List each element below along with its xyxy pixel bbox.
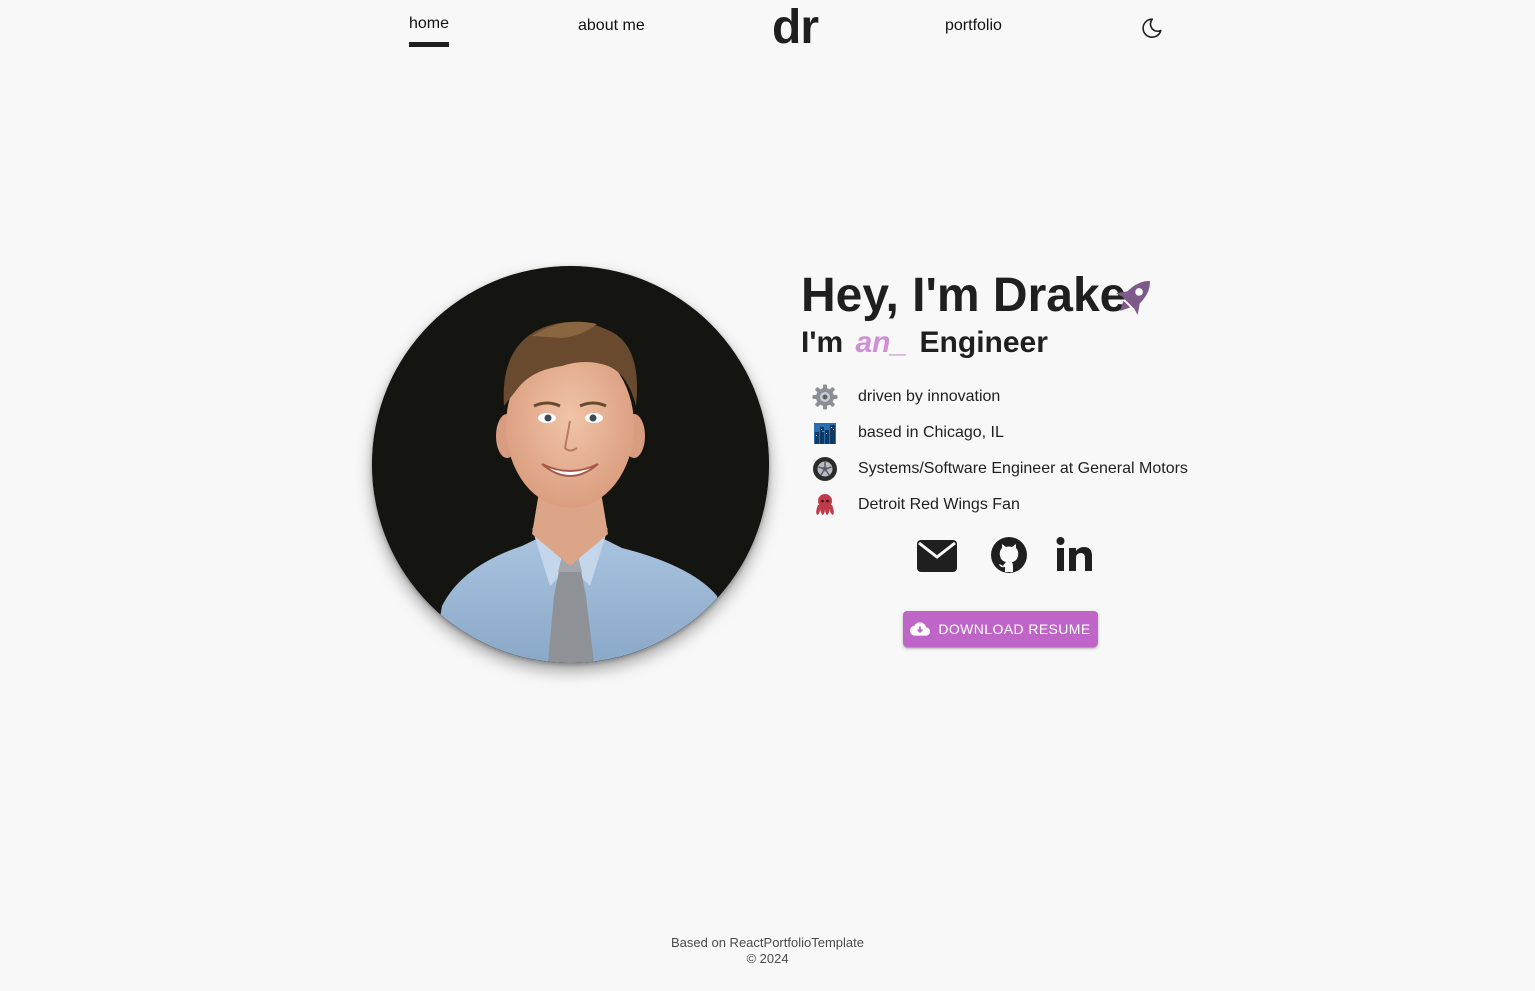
footer-credit: Based on ReactPortfolioTemplate (671, 935, 864, 950)
rocket-icon (1116, 281, 1150, 315)
download-resume-button[interactable]: DOWNLOAD RESUME (903, 611, 1098, 647)
list-item: driven by innovation (812, 379, 1232, 415)
gear-icon (812, 384, 838, 410)
fact-text: Systems/Software Engineer at General Mot… (858, 460, 1188, 477)
fact-text: driven by innovation (858, 388, 1001, 405)
nav-about-link[interactable]: about me (578, 17, 645, 35)
list-item: Detroit Red Wings Fan (812, 487, 1232, 523)
github-icon[interactable] (988, 534, 1030, 576)
download-resume-label: DOWNLOAD RESUME (938, 621, 1091, 637)
nav-home-link[interactable]: home (409, 15, 450, 47)
social-links (916, 534, 1096, 578)
subtitle-suffix: Engineer (919, 326, 1048, 359)
cityscape-icon (814, 423, 836, 444)
hero-title: Hey, I'm Drake (801, 269, 1127, 322)
hero-subtitle: I'm an_ Engineer (801, 324, 1048, 362)
list-item: Systems/Software Engineer at General Mot… (812, 451, 1232, 487)
site-logo[interactable]: dr (772, 0, 819, 56)
footer-copyright: © 2024 (746, 951, 789, 966)
moon-icon[interactable] (1140, 16, 1164, 40)
subtitle-prefix: I'm (801, 326, 844, 359)
facts-list: driven by innovation based in Chicago, I… (812, 379, 1232, 523)
linkedin-icon[interactable] (1054, 534, 1096, 576)
octopus-icon (816, 494, 834, 515)
typed-text: an_ (855, 326, 908, 359)
fact-text: based in Chicago, IL (858, 424, 1004, 441)
email-icon[interactable] (916, 534, 958, 576)
wheel-icon (813, 457, 837, 481)
profile-photo (372, 266, 769, 663)
nav-portfolio-link[interactable]: portfolio (945, 17, 1002, 35)
list-item: based in Chicago, IL (812, 415, 1232, 451)
top-nav: home about me dr portfolio (0, 0, 1535, 60)
footer: Based on ReactPortfolioTemplate © 2024 (0, 935, 1535, 967)
fact-text: Detroit Red Wings Fan (858, 496, 1020, 513)
cloud-download-icon (910, 622, 931, 636)
